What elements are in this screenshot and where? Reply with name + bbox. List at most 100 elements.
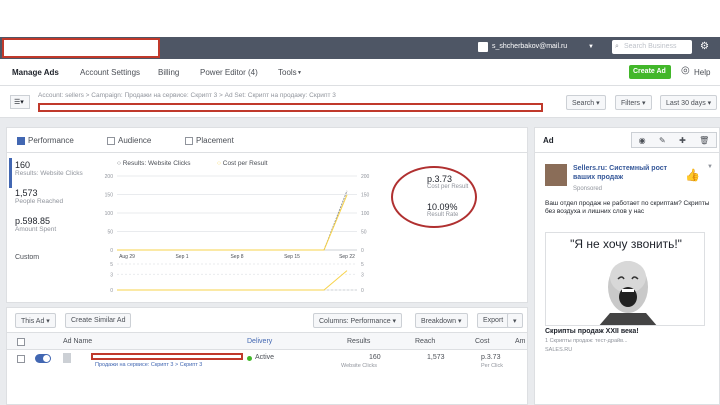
export-button[interactable]: Export xyxy=(477,313,510,328)
redacted-logo-area-overlay xyxy=(2,38,160,58)
cost-value: р.3.73 xyxy=(481,354,501,361)
page-avatar xyxy=(545,164,567,186)
y-right-tick-label: 50 xyxy=(361,230,367,236)
x-tick-label: Sep 22 xyxy=(339,254,355,260)
search-input[interactable]: Search Business xyxy=(612,40,692,54)
metric-reach[interactable]: 1,573 People Reached xyxy=(15,188,63,205)
sub-y-tick-label: 0 xyxy=(110,288,113,294)
col-results[interactable]: Results xyxy=(347,338,370,345)
series-line-results xyxy=(117,190,348,251)
redacted-ad-name-cell xyxy=(91,353,243,360)
ad-image-quote: "Я не хочу звонить!" xyxy=(570,237,682,251)
breakdown-button[interactable]: Breakdown ▾ xyxy=(415,313,468,328)
tab-performance[interactable]: Performance xyxy=(17,136,74,145)
toggle-switch[interactable] xyxy=(35,354,51,363)
metric-label: People Reached xyxy=(15,198,64,205)
performance-panel: Performance Audience Placement 160 Resul… xyxy=(6,127,528,303)
legend-cost: ○ Cost per Result xyxy=(217,160,268,167)
nav-power-editor[interactable]: Power Editor (4) xyxy=(200,68,258,77)
ad-image[interactable]: "Я не хочу звонить!" xyxy=(545,232,705,326)
table-header: Ad Name Delivery Results Reach Cost Am xyxy=(7,332,527,350)
redacted-ad-name xyxy=(38,103,543,112)
y-tick-label: 100 xyxy=(105,211,114,217)
x-tick-label: Sep 8 xyxy=(230,254,243,260)
date-range-button[interactable]: Last 30 days ▾ xyxy=(660,95,718,110)
list-view-icon[interactable]: ☰▾ xyxy=(10,95,30,109)
highlight-ellipse xyxy=(391,166,477,228)
sub-y-tick-label: 5 xyxy=(110,262,113,268)
nav-account-settings[interactable]: Account Settings xyxy=(80,68,140,77)
ads-table-panel: This Ad ▾ Create Similar Ad Columns: Per… xyxy=(6,307,528,405)
search-icon: ⌕ xyxy=(615,43,619,50)
breadcrumb[interactable]: Account: sellers > Campaign: Продажи на … xyxy=(38,92,336,99)
y-right-tick-label: 200 xyxy=(361,174,370,180)
nav-billing[interactable]: Billing xyxy=(158,68,179,77)
chevron-down-icon[interactable]: ▼ xyxy=(707,164,713,170)
sub-y-tick-label: 3 xyxy=(110,272,113,278)
ad-link-desc: 1 Скрипты продаж: тест-драйв... xyxy=(545,338,628,344)
search-button[interactable]: Search ▾ xyxy=(566,95,606,110)
tab-audience[interactable]: Audience xyxy=(107,136,151,145)
help-link[interactable]: Help xyxy=(694,68,710,77)
custom-metric[interactable]: Custom xyxy=(15,254,39,261)
this-ad-button[interactable]: This Ad ▾ xyxy=(15,313,56,328)
sub-y-right-tick-label: 0 xyxy=(361,288,364,294)
filters-button[interactable]: Filters ▾ xyxy=(615,95,652,110)
chevron-down-icon[interactable]: ▼ xyxy=(588,44,594,50)
help-icon[interactable]: ◎ xyxy=(681,65,690,76)
metric-label: Amount Spent xyxy=(15,226,57,233)
ad-headline[interactable]: Скрипты продаж XXII века! xyxy=(545,328,639,335)
eye-icon[interactable]: ◉ xyxy=(639,136,646,145)
col-reach[interactable]: Reach xyxy=(415,338,435,345)
y-tick-label: 150 xyxy=(105,193,114,199)
table-row[interactable]: Продажи на сервисе: Скрипт 3 > Скрипт 3 … xyxy=(7,350,527,372)
chevron-down-icon: ▼ xyxy=(297,70,302,76)
nav-manage-ads[interactable]: Manage Ads xyxy=(12,68,59,77)
y-tick-label: 50 xyxy=(107,230,113,236)
y-right-tick-label: 0 xyxy=(361,248,364,254)
ad-body-text: Ваш отдел продаж не работает по скриптам… xyxy=(545,200,710,215)
reach-value: 1,573 xyxy=(427,354,445,361)
ad-subtitle[interactable]: Продажи на сервисе: Скрипт 3 > Скрипт 3 xyxy=(95,362,202,368)
metric-results[interactable]: 160 Results: Website Clicks xyxy=(15,160,83,177)
results-sub: Website Clicks xyxy=(341,363,377,369)
add-icon[interactable]: ✚ xyxy=(679,136,686,145)
select-all-checkbox[interactable] xyxy=(17,338,25,346)
nav-tools[interactable]: Tools xyxy=(278,68,297,77)
col-delivery[interactable]: Delivery xyxy=(247,338,272,345)
edit-icon[interactable]: ✎ xyxy=(659,136,666,145)
col-cost[interactable]: Cost xyxy=(475,338,489,345)
metric-value: р.598.85 xyxy=(15,216,51,226)
metric-value: 160 xyxy=(15,160,31,170)
create-similar-ad-button[interactable]: Create Similar Ad xyxy=(65,313,132,328)
create-ad-button[interactable]: Create Ad xyxy=(629,65,671,79)
row-checkbox[interactable] xyxy=(17,355,25,363)
sub-y-right-tick-label: 5 xyxy=(361,262,364,268)
like-icon[interactable]: 👍 xyxy=(685,168,700,182)
export-menu-button[interactable]: ▾ xyxy=(507,313,523,328)
sponsored-label: Sponsored xyxy=(573,186,603,192)
delete-icon[interactable]: 🗑 xyxy=(699,136,709,145)
columns-button[interactable]: Columns: Performance ▾ xyxy=(313,313,403,328)
avatar[interactable] xyxy=(478,42,488,52)
ad-thumbnail xyxy=(63,353,71,363)
results-value: 160 xyxy=(369,354,381,361)
legend-results: ○ Results: Website Clicks xyxy=(117,160,191,167)
user-email[interactable]: s_shcherbakov@mail.ru xyxy=(492,43,567,50)
tab-placement[interactable]: Placement xyxy=(185,136,234,145)
metric-label: Results: Website Clicks xyxy=(15,170,83,177)
x-tick-label: Aug 29 xyxy=(119,254,135,260)
y-right-tick-label: 150 xyxy=(361,193,370,199)
sub-y-right-tick-label: 3 xyxy=(361,272,364,278)
page-name[interactable]: Sellers.ru: Системный рост ваших продаж xyxy=(573,164,683,182)
series-line-cost xyxy=(117,194,348,251)
sub-series-line-cost xyxy=(117,270,348,291)
col-ad-name[interactable]: Ad Name xyxy=(63,338,92,345)
metric-spent[interactable]: р.598.85 Amount Spent xyxy=(15,216,56,233)
y-right-tick-label: 100 xyxy=(361,211,370,217)
x-tick-label: Sep 15 xyxy=(284,254,300,260)
performance-chart: 050100150200050100150200Aug 29 Sep 1 Sep 8… xyxy=(105,174,370,294)
settings-icon[interactable]: ⚙ xyxy=(700,41,709,52)
breadcrumb-row: ☰▾ Account: sellers > Campaign: Продажи … xyxy=(0,86,720,118)
col-amount[interactable]: Am xyxy=(515,338,526,345)
